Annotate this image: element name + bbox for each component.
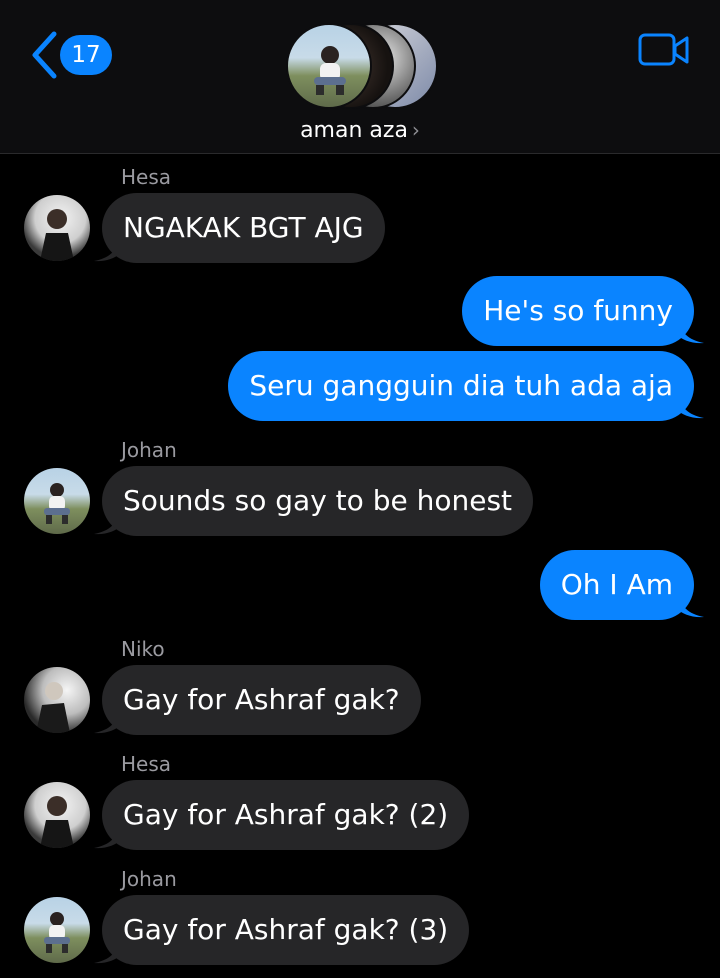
sender-name: Johan: [121, 438, 177, 462]
unread-count-badge: 17: [60, 35, 112, 75]
message-bubble-outgoing[interactable]: Seru gangguin dia tuh ada aja: [228, 351, 694, 421]
message-bubble-incoming[interactable]: Sounds so gay to be honest: [102, 466, 534, 536]
message-bubble-incoming[interactable]: NGAKAK BGT AJG: [102, 193, 385, 263]
sender-name: Hesa: [121, 752, 172, 776]
group-avatar-stack[interactable]: [286, 23, 438, 109]
sender-name: Niko: [121, 637, 165, 661]
message-bubble-incoming[interactable]: Gay for Ashraf gak?: [102, 665, 421, 735]
message-bubble-incoming[interactable]: Gay for Ashraf gak? (3): [102, 895, 470, 965]
video-call-button[interactable]: [638, 33, 690, 71]
avatar-hesa[interactable]: [24, 782, 90, 848]
message-bubble-incoming[interactable]: Gay for Ashraf gak? (2): [102, 780, 470, 850]
group-member-avatar: [286, 23, 372, 109]
group-title[interactable]: aman aza ›: [0, 118, 720, 143]
video-camera-icon: [638, 33, 689, 66]
sender-name: Johan: [121, 867, 177, 891]
sender-name: Hesa: [121, 165, 172, 189]
avatar-johan[interactable]: [24, 468, 90, 534]
message-bubble-outgoing[interactable]: Oh I Am: [539, 550, 694, 620]
group-title-text: aman aza: [300, 118, 408, 143]
avatar-hesa[interactable]: [24, 195, 90, 261]
back-button[interactable]: 17: [30, 30, 112, 80]
avatar-johan[interactable]: [24, 897, 90, 963]
message-bubble-outgoing[interactable]: He's so funny: [462, 276, 694, 346]
avatar-niko[interactable]: [24, 667, 90, 733]
chevron-left-icon: [32, 31, 57, 79]
conversation-header: 17 aman aza ›: [0, 0, 720, 154]
chevron-right-icon: ›: [411, 118, 420, 142]
